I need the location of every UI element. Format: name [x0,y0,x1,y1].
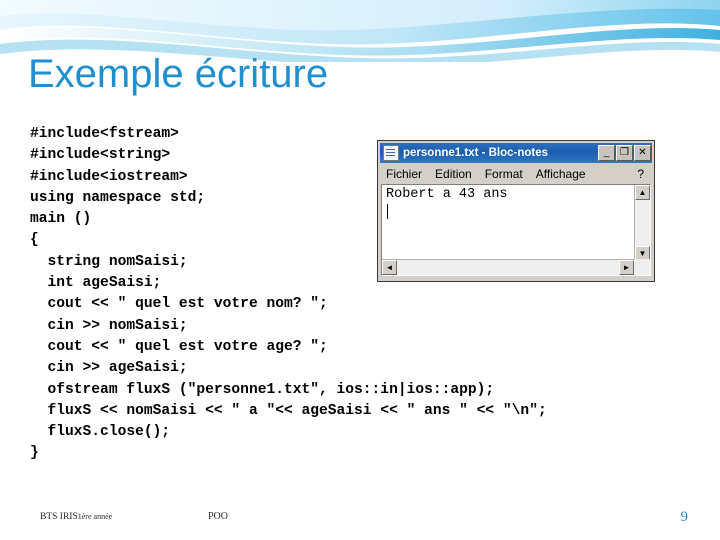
menu-item-edition[interactable]: Edition [435,167,472,181]
minimize-button[interactable]: _ [598,145,615,161]
page-title: Exemple écriture [28,52,329,96]
scroll-up-icon[interactable]: ▲ [635,185,650,200]
notepad-menubar: Fichier Edition Format Affichage ? [378,163,654,184]
menu-item-format[interactable]: Format [485,167,523,181]
notepad-title: personne1.txt - Bloc-notes [403,147,549,159]
notepad-window[interactable]: personne1.txt - Bloc-notes _ ❐ ✕ Fichier… [377,140,655,282]
text-caret [387,204,388,219]
notepad-text-content: Robert a 43 ans [386,187,508,202]
menu-item-fichier[interactable]: Fichier [386,167,422,181]
notepad-titlebar[interactable]: personne1.txt - Bloc-notes _ ❐ ✕ [380,143,652,163]
footer-course-label: BTS IRIS [40,512,78,522]
page-number: 9 [680,509,689,525]
vertical-scrollbar[interactable]: ▲ ▼ [634,185,650,261]
scrollbar-corner [634,259,650,275]
footer-left: BTS IRIS1ère année [40,512,112,522]
notepad-text-area[interactable]: Robert a 43 ans ▲ ▼ ◄ ► [381,184,651,276]
horizontal-scrollbar[interactable]: ◄ ► [382,259,650,275]
scroll-left-icon[interactable]: ◄ [382,260,397,275]
menu-item-help[interactable]: ? [637,167,644,181]
close-button[interactable]: ✕ [634,145,651,161]
footer-subject: POO [208,511,229,522]
maximize-button[interactable]: ❐ [616,145,633,161]
notepad-document-icon [383,145,399,161]
menu-item-affichage[interactable]: Affichage [536,167,586,181]
notepad-window-controls: _ ❐ ✕ [597,145,651,161]
footer-year-label: 1ère année [77,512,113,521]
scroll-right-icon[interactable]: ► [619,260,634,275]
